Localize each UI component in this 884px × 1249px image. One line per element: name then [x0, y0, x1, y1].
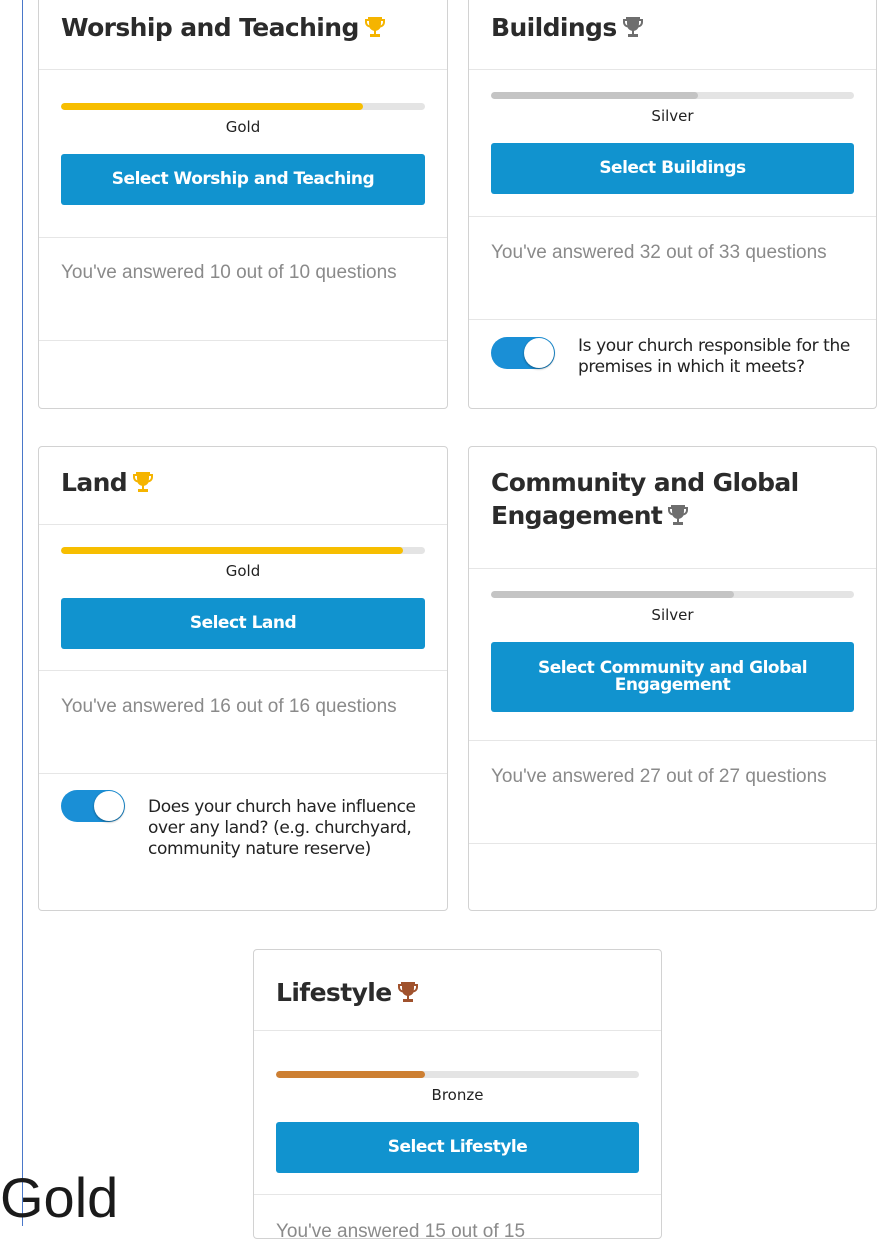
trophy-gold-icon	[364, 17, 385, 37]
level-label: Silver	[651, 107, 694, 125]
answered-count: You've answered 32 out of 33 questions	[491, 242, 827, 263]
divider	[39, 340, 447, 341]
premises-toggle[interactable]	[491, 337, 555, 369]
premises-toggle-row: Is your church responsible for the premi…	[491, 336, 866, 397]
progress-fill	[61, 547, 404, 554]
answered-count: You've answered 27 out of 27 questions	[491, 766, 827, 787]
card-land: Land Gold Select Land You've answered 16…	[38, 446, 448, 911]
answered-count: You've answered 15 out of 15	[276, 1221, 526, 1242]
trophy-gold-icon	[133, 472, 154, 492]
card-title: Buildings	[491, 11, 645, 44]
progress-bar	[491, 92, 854, 99]
progress-bar	[276, 1071, 639, 1078]
progress-bar	[61, 103, 425, 110]
trophy-silver-icon	[622, 17, 643, 37]
toggle-label: Does your church have influence over any…	[148, 797, 416, 859]
level-label: Gold	[225, 118, 261, 136]
answered-count: You've answered 16 out of 16 questions	[61, 696, 397, 717]
level-label: Bronze	[431, 1086, 484, 1104]
divider	[39, 69, 447, 70]
land-influence-toggle[interactable]	[61, 790, 125, 822]
toggle-knob	[524, 338, 554, 368]
divider	[469, 319, 876, 320]
progress-bar	[61, 547, 425, 554]
land-influence-toggle-row: Does your church have influence over any…	[61, 790, 437, 900]
trophy-silver-icon	[668, 505, 689, 525]
progress-fill	[491, 591, 735, 598]
divider	[254, 1030, 661, 1031]
progress-fill	[61, 103, 364, 110]
level-label: Silver	[651, 606, 694, 624]
select-land-button[interactable]: Select Land	[61, 598, 425, 649]
card-title: Worship and Teaching	[61, 11, 387, 44]
select-worship-and-teaching-button[interactable]: Select Worship and Teaching	[61, 154, 425, 205]
divider	[469, 69, 876, 70]
select-lifestyle-button[interactable]: Select Lifestyle	[276, 1122, 639, 1173]
card-title: Land	[61, 466, 155, 499]
overlay-level-text: Gold	[0, 1166, 119, 1229]
card-buildings: Buildings Silver Select Buildings You've…	[468, 0, 877, 409]
select-buildings-button[interactable]: Select Buildings	[491, 143, 854, 194]
toggle-label: Is your church responsible for the premi…	[578, 336, 850, 377]
divider	[39, 670, 447, 671]
divider	[254, 1194, 661, 1195]
divider	[39, 524, 447, 525]
divider	[39, 773, 447, 774]
card-worship-and-teaching: Worship and Teaching Gold Select Worship…	[38, 0, 448, 409]
divider	[469, 740, 876, 741]
select-community-and-global-engagement-button[interactable]: Select Community and Global Engagement	[491, 642, 854, 712]
progress-fill	[491, 92, 698, 99]
card-title: Community and Global Engagement	[491, 468, 799, 530]
trophy-bronze-icon	[397, 982, 418, 1002]
divider	[39, 237, 447, 238]
frame-border-left	[22, 0, 23, 1226]
progress-bar	[491, 591, 854, 598]
divider	[469, 843, 876, 844]
toggle-knob	[94, 791, 124, 821]
card-community-and-global-engagement: Community and Global Engagement Silver S…	[468, 446, 877, 911]
divider	[469, 568, 876, 569]
card-title: Lifestyle	[276, 976, 420, 1009]
answered-count: You've answered 10 out of 10 questions	[61, 262, 397, 283]
card-lifestyle: Lifestyle Bronze Select Lifestyle You've…	[253, 949, 662, 1242]
progress-fill	[276, 1071, 425, 1078]
divider	[469, 216, 876, 217]
level-label: Gold	[225, 562, 261, 580]
